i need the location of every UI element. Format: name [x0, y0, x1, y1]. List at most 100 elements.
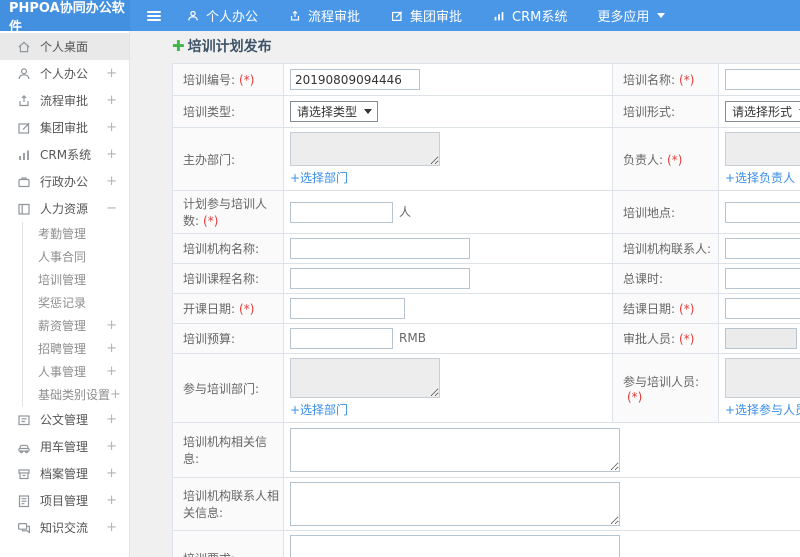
main-content: ✚ 培训计划发布 培训编号:(*) 培训名称:(*) 培训类型:	[130, 31, 800, 557]
select-department-link[interactable]: +选择部门	[290, 169, 348, 186]
sidebar-item-official-docs[interactable]: 公文管理 +	[0, 406, 129, 433]
participating-departments-textarea[interactable]	[290, 358, 440, 398]
participants-unit: 人	[399, 204, 412, 219]
document-icon	[16, 412, 32, 428]
select-leader-link[interactable]: +选择负责人	[725, 169, 795, 186]
required-mark: (*)	[679, 73, 695, 87]
page-title: ✚ 培训计划发布	[172, 36, 272, 55]
required-mark: (*)	[239, 73, 255, 87]
course-name-label: 培训课程名称:	[183, 272, 260, 286]
training-format-select[interactable]: 请选择形式	[725, 101, 800, 122]
top-bar: PHPOA协同办公软件 个人办公 流程审批 集团审批 CRM系统 更多应用	[0, 0, 800, 35]
org-contact-label: 培训机构联系人:	[623, 242, 712, 256]
training-format-label: 培训形式:	[623, 105, 676, 119]
bar-chart-icon	[16, 147, 32, 163]
upload-icon	[288, 9, 302, 23]
org-name-input[interactable]	[290, 238, 470, 259]
requirements-textarea[interactable]	[290, 535, 620, 557]
briefcase-icon	[16, 174, 32, 190]
sidebar-item-group-approval[interactable]: 集团审批 +	[0, 114, 129, 141]
home-icon	[16, 39, 32, 55]
chat-icon	[16, 520, 32, 536]
sidebar-item-personal-desktop[interactable]: 个人桌面	[0, 33, 129, 60]
training-type-label: 培训类型:	[183, 105, 236, 119]
nav-more-apps[interactable]: 更多应用	[597, 6, 666, 25]
edit-icon	[390, 9, 404, 23]
required-mark: (*)	[667, 152, 683, 167]
upload-icon	[16, 93, 32, 109]
nav-group-approval[interactable]: 集团审批	[390, 6, 462, 25]
application-window: PHPOA协同办公软件 个人办公 流程审批 集团审批 CRM系统 更多应用 个人…	[0, 0, 800, 557]
person-icon	[186, 9, 200, 23]
requirements-label: 培训要求:	[183, 552, 235, 557]
host-department-textarea[interactable]	[290, 132, 440, 166]
required-mark: (*)	[679, 332, 695, 346]
sidebar-subitem-attendance[interactable]: 考勤管理	[23, 222, 129, 245]
participating-departments-label: 参与培训部门:	[183, 381, 260, 396]
training-name-label: 培训名称:	[623, 73, 676, 87]
book-icon	[16, 201, 32, 217]
top-navigation: 个人办公 流程审批 集团审批 CRM系统 更多应用	[186, 0, 666, 31]
sidebar-subitem-reward-punishment[interactable]: 奖惩记录	[23, 291, 129, 314]
sidebar-item-archive-management[interactable]: 档案管理 +	[0, 460, 129, 487]
sidebar-subitem-personnel[interactable]: 人事管理 +	[23, 360, 129, 383]
sidebar-subitem-training-management[interactable]: 培训管理	[23, 268, 129, 291]
budget-unit: RMB	[399, 331, 426, 345]
nav-workflow-approval[interactable]: 流程审批	[288, 6, 360, 25]
sidebar-subitem-recruitment[interactable]: 招聘管理 +	[23, 337, 129, 360]
caret-down-icon	[657, 13, 666, 18]
required-mark: (*)	[679, 302, 695, 316]
sidebar-item-vehicle-management[interactable]: 用车管理 +	[0, 433, 129, 460]
planned-participants-label: 计划参与培训人数:	[183, 197, 268, 228]
planned-participants-input[interactable]	[290, 201, 393, 223]
nav-personal-office[interactable]: 个人办公	[186, 6, 258, 25]
participants-textarea[interactable]	[725, 358, 800, 398]
sidebar-hr-submenu: 考勤管理 人事合同 培训管理 奖惩记录 薪资管理 + 招聘管理 + 人事管理 +…	[22, 222, 129, 406]
notebook-icon	[16, 493, 32, 509]
sidebar-item-project-management[interactable]: 项目管理 +	[0, 487, 129, 514]
training-number-input[interactable]	[290, 69, 420, 90]
select-participants-link[interactable]: +选择参与人员	[725, 401, 800, 418]
required-mark: (*)	[203, 214, 219, 228]
org-info-textarea[interactable]	[290, 428, 620, 472]
org-info-label: 培训机构相关信息:	[183, 435, 268, 466]
sidebar-item-knowledge-exchange[interactable]: 知识交流 +	[0, 514, 129, 541]
plus-icon: ✚	[172, 36, 185, 55]
select-department-link[interactable]: +选择部门	[290, 401, 348, 418]
caret-down-icon	[364, 109, 373, 114]
approver-input[interactable]	[725, 328, 797, 349]
sidebar-item-admin-office[interactable]: 行政办公 +	[0, 168, 129, 195]
sidebar-item-personal-office[interactable]: 个人办公 +	[0, 60, 129, 87]
person-icon	[16, 66, 32, 82]
sidebar-subitem-base-category[interactable]: 基础类别设置 +	[23, 383, 129, 406]
budget-input[interactable]	[290, 328, 393, 349]
training-name-input[interactable]	[725, 69, 800, 90]
start-date-label: 开课日期:	[183, 302, 236, 316]
nav-crm-system[interactable]: CRM系统	[492, 6, 567, 25]
location-input[interactable]	[725, 201, 800, 223]
sidebar-subitem-salary-management[interactable]: 薪资管理 +	[23, 314, 129, 337]
sidebar-item-human-resources[interactable]: 人力资源 −	[0, 195, 129, 222]
end-date-input[interactable]	[725, 298, 800, 319]
training-type-select[interactable]: 请选择类型	[290, 101, 379, 122]
sidebar-item-workflow-approval[interactable]: 流程审批 +	[0, 87, 129, 114]
menu-toggle-icon[interactable]	[130, 0, 178, 31]
total-hours-label: 总课时:	[623, 272, 664, 286]
archive-icon	[16, 466, 32, 482]
org-contact-info-textarea[interactable]	[290, 482, 620, 526]
training-number-label: 培训编号:	[183, 73, 236, 87]
leader-textarea[interactable]	[725, 132, 800, 166]
location-label: 培训地点:	[623, 205, 676, 220]
org-contact-info-label: 培训机构联系人相关信息:	[183, 489, 280, 520]
start-date-input[interactable]	[290, 298, 405, 319]
sidebar-subitem-hr-contract[interactable]: 人事合同	[23, 245, 129, 268]
budget-label: 培训预算:	[183, 332, 236, 346]
sidebar-item-crm-system[interactable]: CRM系统 +	[0, 141, 129, 168]
required-mark: (*)	[239, 302, 255, 316]
course-name-input[interactable]	[290, 268, 470, 289]
bar-chart-icon	[492, 9, 506, 23]
edit-icon	[16, 120, 32, 136]
host-department-label: 主办部门:	[183, 152, 236, 167]
org-contact-input[interactable]	[725, 238, 800, 259]
total-hours-input[interactable]	[725, 268, 800, 289]
